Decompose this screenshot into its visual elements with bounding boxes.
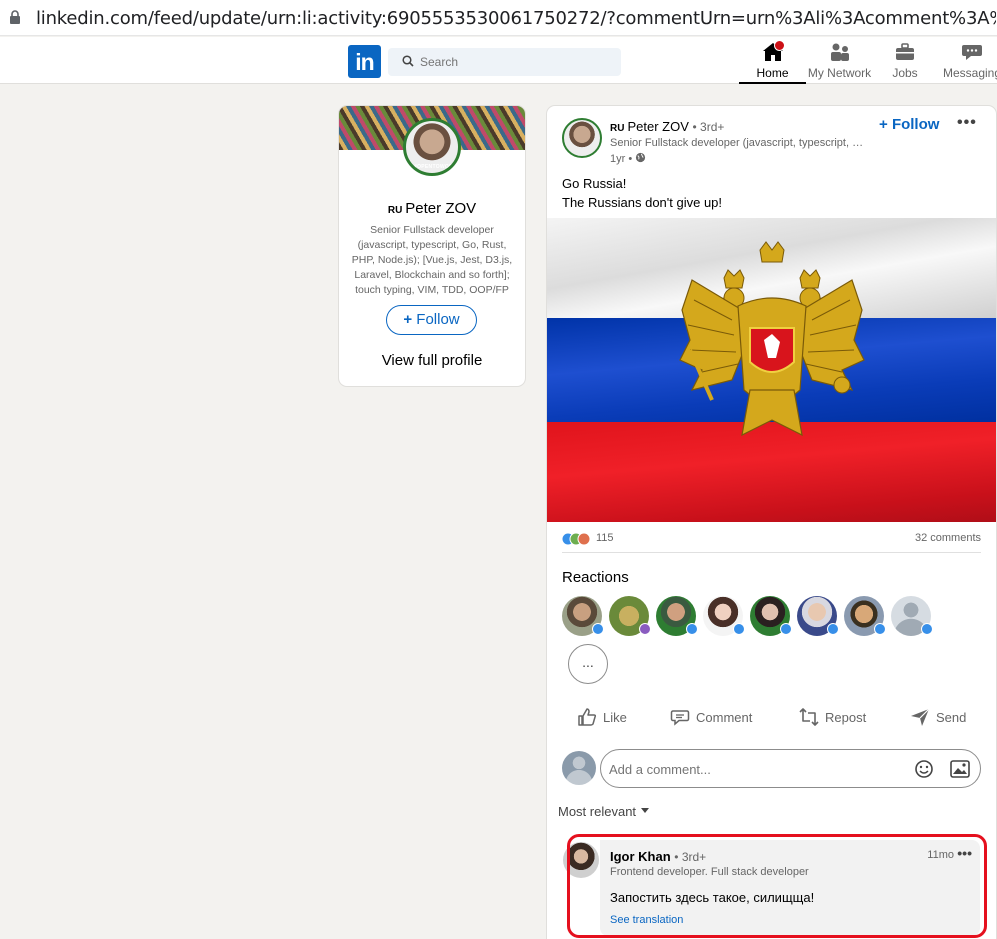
post-text-line: Go Russia!: [562, 176, 627, 191]
nav-home[interactable]: Home: [739, 40, 806, 84]
like-badge-icon: [780, 623, 792, 635]
lock-icon: [10, 10, 20, 24]
like-badge-icon: [874, 623, 886, 635]
nav-messaging-label: Messaging: [942, 66, 997, 80]
post-author-avatar[interactable]: [562, 118, 602, 158]
comments-count[interactable]: 32 comments: [915, 532, 981, 544]
reactor-avatar[interactable]: [844, 596, 886, 636]
post-actions-bar: Like Comment Repost Send: [562, 704, 981, 730]
like-badge-icon: [686, 623, 698, 635]
celebrate-badge-icon: [639, 623, 651, 635]
post-more-button[interactable]: •••: [957, 114, 977, 132]
repost-label: Repost: [825, 709, 867, 725]
post-author[interactable]: RU Peter ZOV • 3rd+: [610, 119, 724, 134]
follow-label: Follow: [416, 311, 460, 328]
like-button[interactable]: Like: [577, 704, 627, 730]
profile-description: Senior Fullstack developer (javascript, …: [351, 224, 513, 296]
open-to-work-label: #OPENTOWORK: [414, 164, 457, 170]
search-icon: [402, 55, 414, 67]
comment-label: Comment: [696, 709, 753, 725]
comment-sort-dropdown[interactable]: Most relevant: [558, 804, 650, 819]
reactor-avatar[interactable]: [891, 596, 933, 636]
flag-badge: RU: [610, 123, 625, 134]
image-icon[interactable]: [950, 760, 970, 778]
post-follow-button[interactable]: + Follow: [879, 116, 939, 133]
profile-avatar[interactable]: #OPENTOWORK: [403, 118, 461, 176]
comment-box[interactable]: [600, 749, 981, 788]
search-bar[interactable]: [388, 48, 621, 76]
post-author-name: Peter ZOV: [627, 119, 689, 134]
reactor-avatar[interactable]: [797, 596, 839, 636]
social-counts: 115 32 comments: [562, 530, 981, 548]
globe-icon: [636, 152, 646, 163]
comment-input[interactable]: [609, 760, 899, 778]
notification-badge: [774, 40, 785, 51]
post-author-headline: Senior Fullstack developer (javascript, …: [610, 137, 865, 149]
briefcase-icon: [896, 43, 914, 60]
connection-degree: • 3rd+: [692, 120, 725, 134]
like-label: Like: [603, 709, 627, 725]
post-time-text: 1yr •: [610, 153, 633, 165]
current-user-avatar: [562, 751, 596, 785]
profile-follow-button[interactable]: + Follow: [386, 305, 477, 335]
profile-name[interactable]: RU Peter ZOV: [339, 200, 525, 217]
reactor-avatar[interactable]: [750, 596, 792, 636]
nav-my-network[interactable]: My Network: [806, 41, 873, 80]
nav-home-label: Home: [756, 66, 789, 80]
reactor-avatar[interactable]: [609, 596, 651, 636]
nav-jobs-label: Jobs: [892, 66, 918, 80]
emoji-icon[interactable]: [914, 759, 934, 779]
flag-badge: RU: [387, 205, 403, 216]
thumbs-up-icon: [578, 708, 597, 726]
comment-highlight-outline: [567, 834, 987, 938]
browser-url-bar[interactable]: linkedin.com/feed/update/urn:li:activity…: [0, 0, 997, 36]
comment-button[interactable]: Comment: [670, 704, 752, 730]
sort-label: Most relevant: [558, 804, 637, 819]
search-input[interactable]: [420, 52, 610, 72]
plus-icon: +: [879, 116, 892, 133]
repost-button[interactable]: Repost: [799, 704, 866, 730]
more-reactors-button[interactable]: ...: [568, 644, 608, 684]
post-text: Go Russia! The Russians don't give up!: [562, 174, 722, 212]
linkedin-header: in Home My Network: [0, 37, 997, 84]
reactor-avatar[interactable]: [656, 596, 698, 636]
comment-icon: [670, 710, 690, 726]
nav-jobs[interactable]: Jobs: [873, 41, 937, 80]
divider: [562, 552, 981, 553]
url-text[interactable]: linkedin.com/feed/update/urn:li:activity…: [36, 8, 996, 29]
view-full-profile-link[interactable]: View full profile: [339, 352, 525, 369]
people-icon: [830, 43, 849, 61]
like-badge-icon: [827, 623, 839, 635]
post-timestamp: 1yr •: [610, 152, 646, 165]
caret-down-icon: [640, 808, 649, 813]
messaging-icon: [962, 45, 982, 60]
reactions-heading: Reactions: [562, 569, 629, 586]
linkedin-logo[interactable]: in: [348, 45, 381, 78]
reactor-avatar[interactable]: [703, 596, 745, 636]
plus-icon: +: [403, 311, 417, 328]
reactor-avatar[interactable]: [562, 596, 604, 636]
post-card: RU Peter ZOV • 3rd+ Senior Fullstack deve…: [547, 106, 996, 939]
repost-icon: [799, 708, 819, 726]
reaction-icons[interactable]: [562, 532, 594, 546]
send-icon: [911, 708, 930, 726]
post-image-russian-flag-coat-of-arms[interactable]: [547, 218, 996, 522]
like-badge-icon: [592, 623, 604, 635]
profile-card: #OPENTOWORK RU Peter ZOV Senior Fullstack…: [339, 106, 525, 386]
reactions-count[interactable]: 115: [596, 532, 614, 544]
like-badge-icon: [733, 623, 745, 635]
send-label: Send: [936, 709, 967, 725]
double-headed-eagle-emblem: [679, 241, 865, 437]
profile-name-text: Peter ZOV: [405, 200, 477, 217]
send-button[interactable]: Send: [910, 704, 966, 730]
post-text-line: The Russians don't give up!: [562, 195, 723, 210]
nav-network-label: My Network: [807, 66, 872, 80]
like-badge-icon: [921, 623, 933, 635]
nav-messaging[interactable]: Messaging: [937, 41, 997, 80]
post-follow-label: Follow: [891, 116, 940, 133]
